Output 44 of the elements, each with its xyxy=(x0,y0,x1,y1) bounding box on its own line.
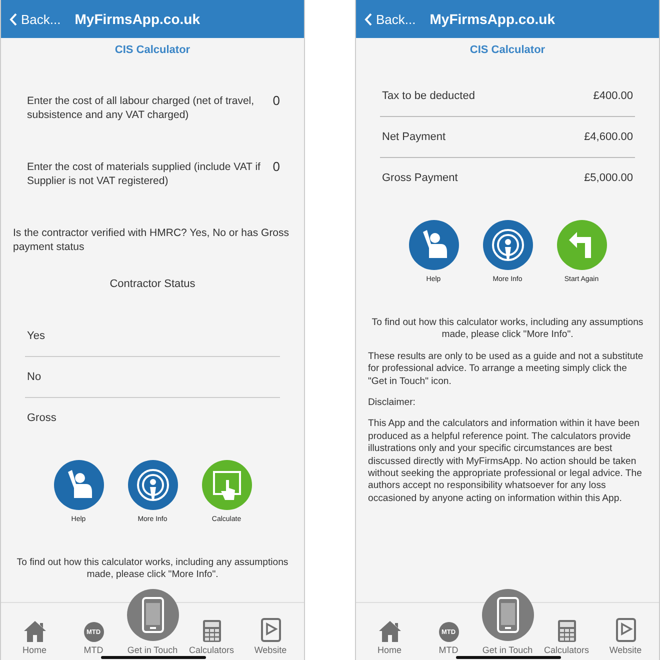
home-icon xyxy=(378,620,402,642)
app-title: MyFirmsApp.co.uk xyxy=(74,11,200,27)
nav-item[interactable]: Calculators xyxy=(184,620,240,655)
amount-field[interactable]: 0 xyxy=(272,160,280,188)
field-label: Enter the cost of all labour charged (net of travel, subsistence and any VAT charged) xyxy=(27,94,256,122)
info-paragraph: Disclaimer: xyxy=(368,397,416,410)
nav-item[interactable]: Get in Touch xyxy=(124,589,180,655)
info-paragraph: To find out how this calculator works, including any assumptions made, please click "More Info". xyxy=(370,317,644,342)
info-paragraph: These results are only to be used as a guide and not a substitute for professional advice. To arrange a meeting simply click the "Get in Touch" icon. xyxy=(368,350,644,388)
field-label: Enter the cost of materials supplied (include VAT if Supplier is not VAT registered) xyxy=(27,160,262,188)
chevron-left-icon xyxy=(364,12,372,26)
nav-item[interactable]: Home xyxy=(6,620,62,655)
question-text: Is the contractor verified with HMRC? Yes, No or has Gross payment status xyxy=(12,226,290,254)
status-option[interactable]: No xyxy=(25,357,280,398)
calculator-icon xyxy=(558,620,576,642)
result-value: £4,600.00 xyxy=(584,131,633,143)
nav-item[interactable]: Website xyxy=(598,618,654,655)
result-label: Net Payment xyxy=(382,131,446,143)
nav-item[interactable]: Get in Touch xyxy=(480,589,536,655)
section-heading: Contractor Status xyxy=(108,278,196,290)
result-label: Gross Payment xyxy=(382,172,458,184)
phone-icon xyxy=(126,589,178,641)
status-option[interactable]: Gross xyxy=(25,398,280,438)
nav-item[interactable]: Website xyxy=(242,618,298,655)
result-value: £5,000.00 xyxy=(584,172,633,184)
amount-field[interactable]: 0 xyxy=(272,94,280,122)
chevron-left-icon xyxy=(9,12,17,26)
app-title: MyFirmsApp.co.uk xyxy=(430,11,555,27)
nav-item[interactable]: Calculators xyxy=(538,620,594,655)
phone-icon xyxy=(482,589,534,641)
result-value: £400.00 xyxy=(593,90,633,102)
page-title: CIS Calculator xyxy=(114,44,192,56)
back-button[interactable]: Back... xyxy=(364,12,416,26)
page-title: CIS Calculator xyxy=(468,44,546,56)
info-paragraph: This App and the calculators and information within it have been produced as a helpful reference point. The calculators provide illustrations only and your specific circumstances are best discussed directly with MyFirmsApp. No action should be taken without seeking the appropriate professional or legal advice. The authors accept no responsibility whatsoever for any loss occasioned by anyone acting on information within this App. xyxy=(368,418,643,506)
status-option[interactable]: Yes xyxy=(25,316,280,357)
result-label: Tax to be deducted xyxy=(382,90,475,102)
back-button[interactable]: Back... xyxy=(9,12,61,26)
tablet-play-icon xyxy=(260,618,280,642)
calculator-icon xyxy=(202,620,220,642)
nav-item[interactable]: Home xyxy=(362,620,418,655)
home-icon xyxy=(22,620,46,642)
tablet-play-icon xyxy=(616,618,636,642)
info-paragraph: To find out how this calculator works, including any assumptions made, please click "More Info". xyxy=(16,557,290,582)
